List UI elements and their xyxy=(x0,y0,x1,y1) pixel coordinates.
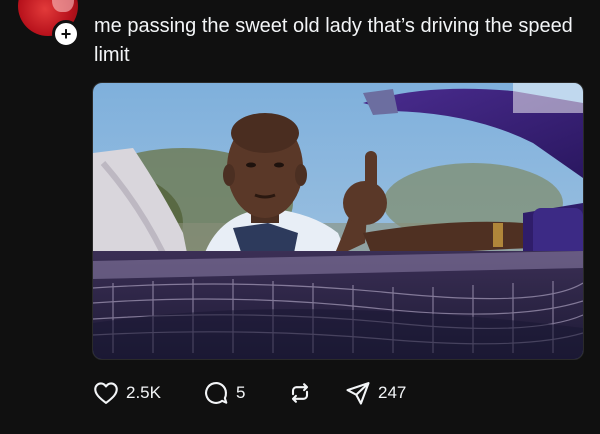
reply-count: 5 xyxy=(236,383,246,402)
reply-button[interactable]: 5 xyxy=(202,379,286,407)
reply-bubble-icon xyxy=(205,382,228,404)
plus-icon: + xyxy=(60,24,72,44)
share-count: 247 xyxy=(378,383,407,402)
post-actions-bar: 2.5K 5 247 xyxy=(92,378,406,408)
post-media-image[interactable] xyxy=(92,82,584,360)
follow-button[interactable]: + xyxy=(52,20,80,48)
share-send-icon xyxy=(346,382,370,405)
thread-post: + me passing the sweet old lady that’s d… xyxy=(0,0,600,434)
repost-icon xyxy=(291,383,309,403)
heart-icon xyxy=(94,382,118,404)
repost-button[interactable] xyxy=(286,379,344,407)
like-count: 2.5K xyxy=(126,383,161,402)
media-illustration xyxy=(93,83,583,359)
like-button[interactable]: 2.5K xyxy=(92,379,202,407)
post-caption: me passing the sweet old lady that’s dri… xyxy=(94,15,573,66)
share-button[interactable]: 247 xyxy=(344,379,406,407)
